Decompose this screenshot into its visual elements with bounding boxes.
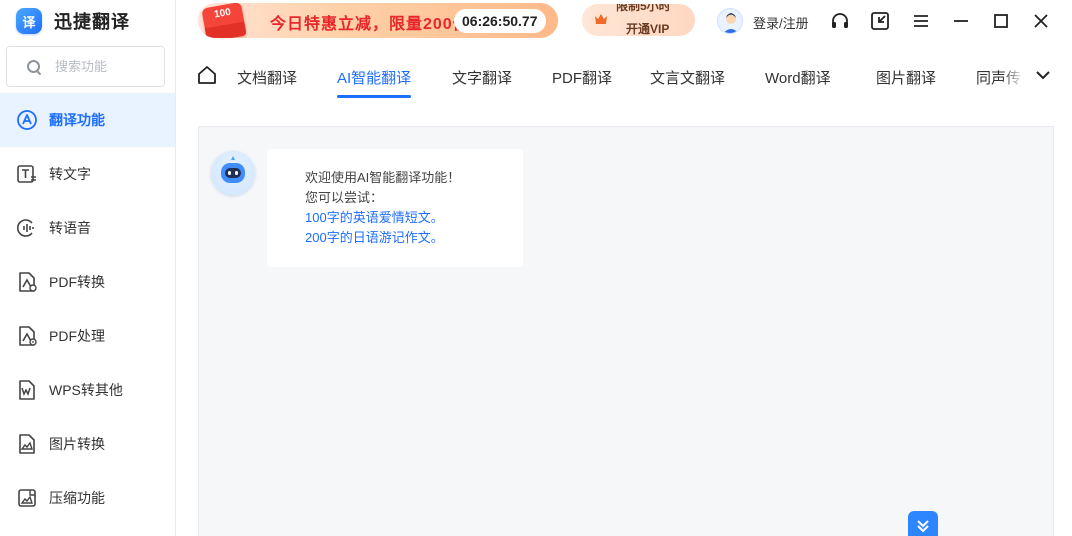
sidebar-item-text-convert[interactable]: 转文字	[0, 147, 175, 201]
promo-badge: 100	[201, 3, 247, 38]
sidebar-item-label: PDF处理	[49, 328, 105, 344]
minimize-to-widget-icon[interactable]	[868, 9, 892, 33]
wps-convert-icon	[16, 379, 38, 401]
chevron-down-icon[interactable]	[1034, 66, 1052, 84]
search-icon	[27, 59, 41, 74]
vip-button[interactable]: 限制5小时 开通VIP	[582, 4, 695, 36]
double-chevron-down-icon	[917, 520, 929, 533]
translate-icon	[16, 109, 38, 131]
text-convert-icon	[16, 163, 38, 185]
promo-banner[interactable]: 100 今日特惠立减，限量200份！ 06:26:50.77	[198, 3, 558, 38]
tab-text-translate[interactable]: 文字翻译	[452, 67, 512, 88]
menu-icon[interactable]	[909, 9, 933, 33]
brand: 译 迅捷翻译	[16, 6, 130, 36]
compress-icon	[16, 487, 38, 509]
try-prompt: 您可以尝试：	[305, 190, 384, 205]
pdf-convert-icon	[16, 271, 38, 293]
maximize-icon[interactable]	[989, 9, 1013, 33]
sidebar-item-label: PDF转换	[49, 274, 105, 290]
crown-icon	[595, 14, 607, 24]
robot-avatar-icon	[211, 151, 255, 195]
app-window: 译 迅捷翻译 翻译功能 转文字	[0, 0, 1072, 536]
sidebar-item-label: 转语音	[49, 220, 91, 236]
sidebar: 译 迅捷翻译 翻译功能 转文字	[0, 0, 176, 536]
close-icon[interactable]	[1029, 9, 1053, 33]
tab-classical-translate[interactable]: 文言文翻译	[650, 67, 725, 88]
login-link[interactable]: 登录/注册	[753, 13, 809, 32]
sidebar-item-label: WPS转其他	[49, 382, 123, 398]
promo-countdown: 06:26:50.77	[454, 9, 546, 33]
minimize-icon[interactable]	[949, 9, 973, 33]
app-name: 迅捷翻译	[54, 12, 130, 32]
sidebar-item-voice[interactable]: 转语音	[0, 201, 175, 255]
sidebar-nav: 翻译功能 转文字 转语音 PDF转换 PDF处理 WPS转其他 图片转换 压缩功…	[0, 93, 175, 525]
tab-document-translate[interactable]: 文档翻译	[237, 67, 297, 88]
voice-icon	[16, 217, 38, 239]
app-logo-icon: 译	[16, 8, 42, 34]
tab-pdf-translate[interactable]: PDF翻译	[552, 67, 612, 88]
vip-title: 限制5小时	[616, 4, 671, 13]
sidebar-item-translate[interactable]: 翻译功能	[0, 93, 175, 147]
sidebar-item-pdf-convert[interactable]: PDF转换	[0, 255, 175, 309]
sidebar-item-label: 图片转换	[49, 436, 105, 452]
sidebar-item-compress[interactable]: 压缩功能	[0, 471, 175, 525]
suggestion-link[interactable]: 100字的英语爱情短文。	[305, 208, 523, 228]
search-box[interactable]	[6, 46, 165, 87]
tab-overflow-fade	[1002, 60, 1024, 94]
vip-label: 开通VIP	[626, 22, 670, 36]
top-bar: 100 今日特惠立减，限量200份！ 06:26:50.77 限制5小时 开通V…	[176, 0, 1072, 44]
headset-icon[interactable]	[828, 9, 852, 33]
tab-image-translate[interactable]: 图片翻译	[876, 67, 936, 88]
pdf-process-icon	[16, 325, 38, 347]
greeting-text: 欢迎使用AI智能翻译功能！	[305, 170, 461, 185]
sidebar-item-label: 转文字	[49, 166, 91, 182]
search-input[interactable]	[55, 59, 155, 74]
sidebar-item-label: 压缩功能	[49, 490, 105, 506]
sidebar-item-pdf-process[interactable]: PDF处理	[0, 309, 175, 363]
sidebar-item-image-convert[interactable]: 图片转换	[0, 417, 175, 471]
suggestion-link[interactable]: 200字的日语游记作文。	[305, 228, 523, 248]
chat-panel: 欢迎使用AI智能翻译功能！ 您可以尝试： 100字的英语爱情短文。 200字的日…	[198, 126, 1054, 536]
tab-ai-translate[interactable]: AI智能翻译	[337, 67, 412, 98]
home-icon[interactable]	[196, 64, 218, 86]
tab-bar: 文档翻译 AI智能翻译 文字翻译 PDF翻译 文言文翻译 Word翻译 图片翻译…	[176, 60, 1072, 98]
tab-word-translate[interactable]: Word翻译	[765, 67, 831, 88]
sidebar-item-wps-convert[interactable]: WPS转其他	[0, 363, 175, 417]
sidebar-item-label: 翻译功能	[49, 112, 105, 128]
welcome-message: 欢迎使用AI智能翻译功能！ 您可以尝试： 100字的英语爱情短文。 200字的日…	[267, 149, 523, 267]
scroll-down-button[interactable]	[908, 511, 938, 536]
image-convert-icon	[16, 433, 38, 455]
avatar[interactable]	[717, 8, 743, 34]
